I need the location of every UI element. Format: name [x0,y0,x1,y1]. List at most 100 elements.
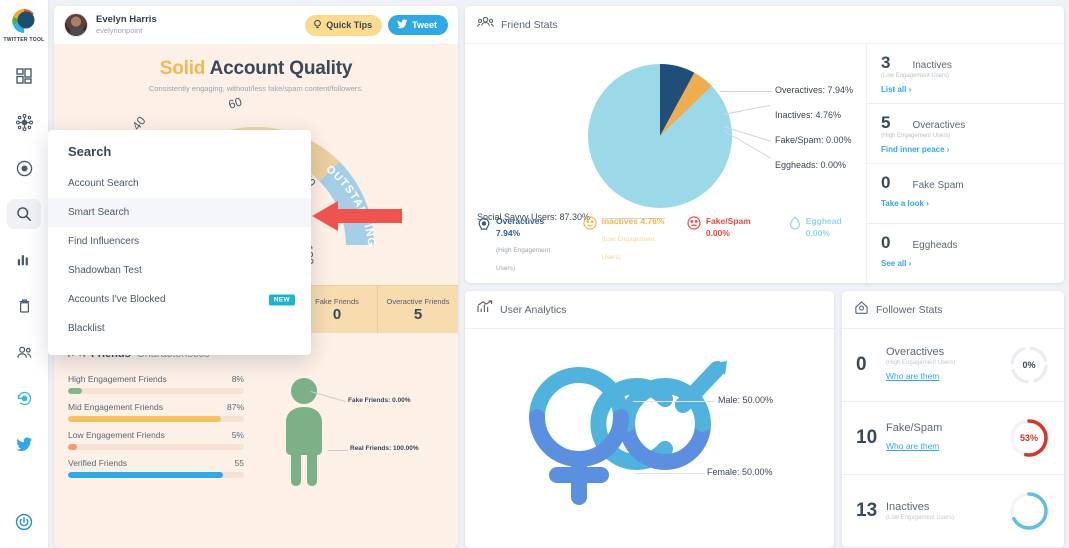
menu-item-shadowban-test[interactable]: Shadowban Test [48,256,311,285]
sidebar-item-analytics[interactable] [7,245,41,275]
side-name: Eggheads [912,240,958,251]
sidebar: TWITTER TOOL [0,0,48,548]
side-link-see-all[interactable]: See all › [881,259,911,268]
follower-name: Fake/Spam [886,422,943,435]
pie-label-eggheads: Eggheads: 0.00% [775,160,847,170]
female-callout-line [635,473,705,474]
real-annotation-line [328,450,348,451]
quality-subtitle: Consistently engaging, without/less fake… [148,84,364,93]
follower-link-who-are-them[interactable]: Who are them [886,441,939,451]
side-number: 0 [881,233,891,252]
fake-friends-annotation: Fake Friends: 0.00% [348,397,411,404]
bar-row-verified: Verified Friends 55 [68,458,244,478]
bar-label: High Engagement Friends [68,374,167,384]
profile-handle: evelynonpoint [96,25,143,35]
side-name: Overactives [912,120,966,131]
male-label: Male: 50.00% [718,395,774,405]
follower-number: 10 [856,427,878,448]
follower-sub: (Low Engagement Users) [886,514,955,521]
characteristics-body: High Engagement Friends 8% Mid Engagemen… [68,374,444,486]
bar-row-low-engagement: Low Engagement Friends 5% [68,430,244,450]
bar-fill [68,472,223,478]
friend-stats-body: Overactives: 7.94% Inactives: 4.76% Fake… [465,44,1064,283]
friends-group-icon [477,15,494,34]
app-logo[interactable]: TWITTER TOOL [3,6,44,43]
side-cell-inactives: 3 Inactives (Low Engagement Users) List … [867,44,1064,104]
menu-item-accounts-ive-blocked[interactable]: Accounts I've Blocked NEW [48,285,311,314]
menu-item-account-search[interactable]: Account Search [48,169,311,198]
bar-label: Mid Engagement Friends [68,402,163,412]
bar-value: 8% [231,374,244,384]
gauge-tick-60: 60 [227,95,244,112]
sidebar-item-users[interactable] [7,337,41,367]
bottom-row: User Analytics Male: 50.00% Female: 50.0… [465,291,1064,548]
side-number: 0 [881,173,891,192]
sidebar-item-trash[interactable] [7,291,41,321]
sidebar-item-search[interactable] [7,199,41,229]
friends-characteristics: Friends Characteristics High Engagement … [54,333,458,486]
stat-cell-overactive-friends: Overactive Friends 5 [378,286,458,333]
characteristics-bars: High Engagement Friends 8% Mid Engagemen… [68,374,244,486]
follower-cell-inactives: 13 Inactives (Low Engagement Users) [842,475,1064,548]
sidebar-item-history[interactable] [7,383,41,413]
user-analytics-body: Male: 50.00% Female: 50.00% [465,329,834,548]
sidebar-nav [0,61,48,459]
bar-track [68,444,244,450]
percent-ring-overactives: 0% [1008,344,1050,386]
bar-track [68,416,244,422]
quick-tips-label: Quick Tips [326,20,373,30]
legend-value: 7.94% [496,227,521,238]
side-cell-fake-spam: 0 Fake Spam Take a look › [867,164,1064,224]
side-cell-eggheads: 0 Eggheads See all › [867,224,1064,283]
percent-ring-inactives [1008,490,1050,532]
follower-cell-overactives: 0 Overactives (High Engagement Users) Wh… [842,329,1064,402]
tweet-label: Tweet [412,20,437,30]
side-sub: (High Engagement Users) [881,133,951,139]
menu-item-label: Blacklist [68,323,105,334]
pie-label-fake-spam: Fake/Spam: 0.00% [775,135,852,145]
profile-header: Evelyn Harris evelynonpoint Quick Tips T… [54,6,458,44]
right-column: Friend Stats Overactives: 7.94% Inactive… [465,6,1064,548]
friend-stats-title: Friend Stats [501,18,558,31]
tweet-button[interactable]: Tweet [388,15,448,35]
friend-stats-side-panel: 3 Inactives (Low Engagement Users) List … [866,44,1064,283]
quick-tips-button[interactable]: Quick Tips [305,14,383,36]
legend-item-overactives: Overactives 7.94% (High Engagement Users… [477,216,569,275]
menu-item-label: Accounts I've Blocked [68,294,166,305]
neutral-face-icon [583,216,597,235]
bar-value: 5% [231,430,244,440]
user-analytics-header: User Analytics [465,291,834,329]
side-name: Fake Spam [912,180,964,191]
menu-item-blacklist[interactable]: Blacklist [48,314,311,343]
profile-identity: Evelyn Harris evelynonpoint [64,13,157,37]
sidebar-item-twitter[interactable] [7,429,41,459]
bar-fill [68,444,77,450]
side-link-list-all[interactable]: List all › [881,85,911,94]
follower-link-who-are-them[interactable]: Who are them [886,371,939,381]
sidebar-item-network[interactable] [7,107,41,137]
sidebar-item-dashboard[interactable] [7,61,41,91]
follower-number: 13 [856,500,878,521]
stat-label: Overactive Friends [386,297,450,307]
follower-stats-card: Follower Stats 0 Overactives (High Engag… [842,291,1064,548]
logout-button[interactable] [15,513,33,536]
egg-icon [789,216,801,235]
person-icon [286,378,322,486]
menu-item-find-influencers[interactable]: Find Influencers [48,227,311,256]
friend-stats-header: Friend Stats [465,6,1064,44]
legend-item-inactives: Inactives 4.76% (Low Engagement Users) [583,216,673,263]
side-link-find-inner-peace[interactable]: Find inner peace › [881,145,949,154]
side-number: 3 [881,53,891,72]
dropdown-title: Search [68,144,112,159]
bar-value: 87% [226,402,244,412]
side-link-take-a-look[interactable]: Take a look › [881,199,929,208]
legend-name: Inactives 4.76% [601,216,665,227]
sidebar-item-target[interactable] [7,153,41,183]
sad-face-icon [687,216,701,235]
bar-track [68,472,244,478]
red-pointer-arrow [310,196,404,241]
legend-item-egghead: Egghead 0.00% [789,216,866,239]
bar-fill [68,416,222,422]
friend-stats-card: Friend Stats Overactives: 7.94% Inactive… [465,6,1064,283]
menu-item-smart-search[interactable]: Smart Search [48,198,311,227]
